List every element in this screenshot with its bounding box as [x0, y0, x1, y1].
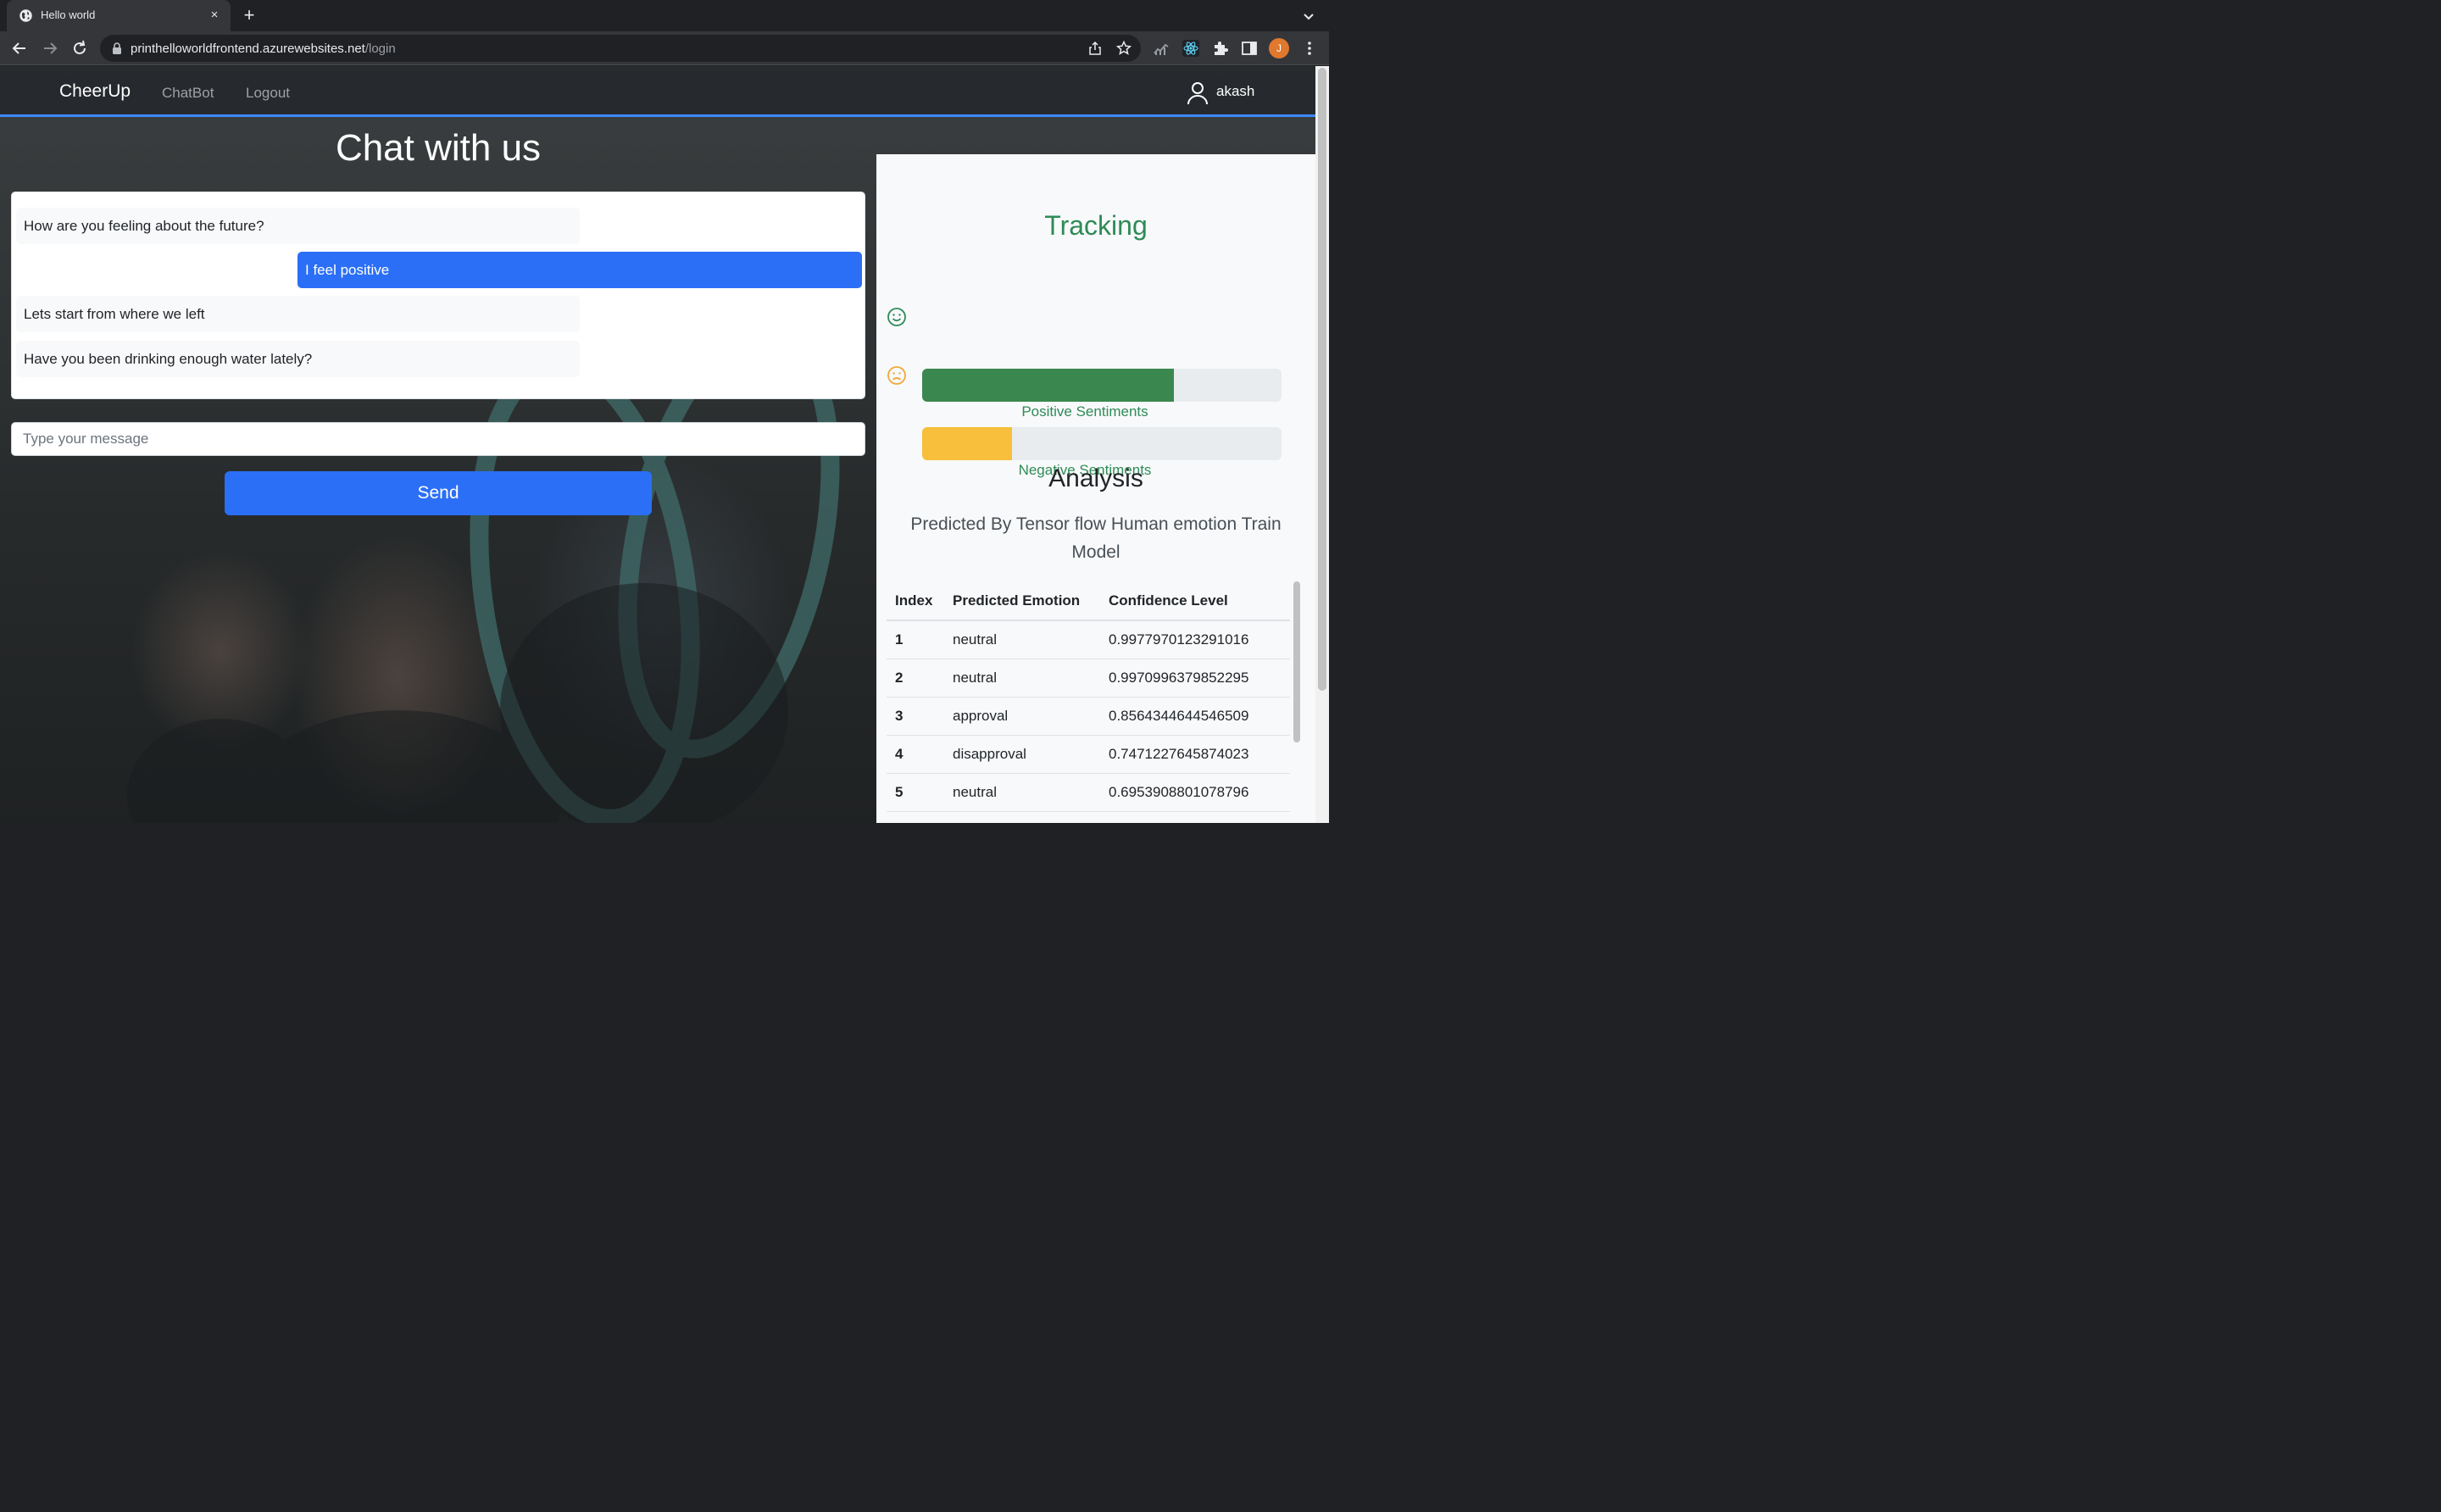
tab-close-icon[interactable]: × [207, 8, 222, 23]
smile-icon [887, 308, 906, 326]
row-confidence: 0.6411344401518148 [1100, 811, 1290, 823]
send-button[interactable]: Send [225, 471, 652, 515]
brand-logo[interactable]: CheerUp [59, 81, 131, 102]
side-panel-icon[interactable] [1241, 40, 1258, 57]
row-index: 5 [887, 773, 944, 812]
tab-title: Hello world [41, 8, 96, 21]
negative-sentiment-fill [922, 427, 1012, 460]
analysis-title: Analysis [1048, 464, 1143, 492]
table-row: 5 neutral 0.6953908801078796 [887, 773, 1290, 812]
url-text[interactable]: printhelloworldfrontend.azurewebsites.ne… [131, 42, 396, 56]
globe-icon [19, 9, 32, 22]
message-input[interactable] [11, 422, 865, 456]
kebab-menu-icon[interactable] [1301, 40, 1318, 57]
profile-avatar[interactable]: J [1269, 38, 1289, 58]
browser-tab[interactable]: Hello world × [7, 0, 231, 31]
row-confidence: 0.7471227645874023 [1100, 735, 1290, 774]
negative-sentiment-bar [922, 427, 1282, 460]
row-index: 1 [887, 620, 944, 659]
row-index: 3 [887, 697, 944, 736]
table-row: 4 disapproval 0.7471227645874023 [887, 735, 1290, 774]
tracking-panel: Tracking Positive Sentiments Negative Se… [876, 154, 1315, 823]
row-confidence: 0.6953908801078796 [1100, 773, 1290, 812]
table-scrollbar[interactable] [1292, 580, 1302, 823]
row-emotion: neutral [944, 773, 1100, 812]
column-header-emotion: Predicted Emotion [944, 582, 1100, 621]
chat-message-bot: How are you feeling about the future? [16, 208, 580, 244]
row-emotion: neutral [944, 659, 1100, 698]
frown-icon [887, 366, 906, 385]
reload-icon[interactable] [70, 39, 89, 58]
address-bar[interactable]: printhelloworldfrontend.azurewebsites.ne… [100, 35, 1141, 62]
forward-arrow-icon[interactable] [41, 39, 59, 58]
row-emotion: approval [944, 697, 1100, 736]
share-icon[interactable] [1087, 41, 1103, 56]
extensions-puzzle-icon[interactable] [1212, 40, 1229, 57]
page-scrollbar[interactable] [1315, 66, 1329, 823]
browser-tab-strip: Hello world × + [0, 0, 1329, 31]
table-row: 1 neutral 0.9977970123291016 [887, 620, 1290, 659]
page-scrollbar-thumb[interactable] [1318, 68, 1326, 691]
chat-title: Chat with us [335, 127, 542, 169]
user-icon[interactable] [1187, 81, 1209, 105]
table-row: 3 approval 0.8564344644546509 [887, 697, 1290, 736]
lock-icon[interactable] [112, 42, 122, 54]
table-scrollbar-thumb[interactable] [1293, 581, 1300, 742]
tracking-title: Tracking [1044, 210, 1148, 241]
column-header-index: Index [887, 582, 944, 621]
chat-message-user: I feel positive [297, 252, 862, 288]
table-row: 2 neutral 0.9970996379852295 [887, 659, 1290, 698]
emotion-table-container[interactable]: Index Predicted Emotion Confidence Level… [887, 582, 1290, 823]
table-row: 6neutral0.6411344401518148 [887, 811, 1290, 823]
back-arrow-icon[interactable] [10, 39, 29, 58]
react-devtools-icon[interactable] [1182, 40, 1199, 57]
tab-search-chevron-icon[interactable] [1301, 8, 1316, 24]
analytics-extension-icon[interactable] [1153, 40, 1170, 57]
row-confidence: 0.9970996379852295 [1100, 659, 1290, 698]
table-header-row: Index Predicted Emotion Confidence Level [887, 582, 1290, 621]
username-label[interactable]: akash [1216, 83, 1254, 100]
new-tab-button[interactable]: + [240, 6, 259, 25]
analysis-subtitle: Predicted By Tensor flow Human emotion T… [910, 514, 1282, 562]
chat-messages-box: How are you feeling about the future? I … [11, 192, 865, 399]
nav-link-logout[interactable]: Logout [246, 85, 290, 102]
column-header-confidence: Confidence Level [1100, 582, 1290, 621]
row-emotion: neutral [944, 811, 1100, 823]
positive-sentiment-bar [922, 369, 1282, 402]
browser-toolbar: printhelloworldfrontend.azurewebsites.ne… [0, 31, 1329, 65]
row-index: 4 [887, 735, 944, 774]
bookmark-star-icon[interactable] [1116, 41, 1132, 56]
positive-sentiment-fill [922, 369, 1174, 402]
chat-message-bot: Lets start from where we left [16, 296, 580, 332]
row-confidence: 0.8564344644546509 [1100, 697, 1290, 736]
nav-link-chatbot[interactable]: ChatBot [162, 85, 214, 102]
row-emotion: neutral [944, 620, 1100, 659]
row-emotion: disapproval [944, 735, 1100, 774]
positive-sentiment-label: Positive Sentiments [1021, 403, 1148, 420]
page-viewport: CheerUp ChatBot Logout akash Chat with u… [0, 66, 1315, 823]
chat-message-bot: Have you been drinking enough water late… [16, 341, 580, 377]
top-navbar: CheerUp ChatBot Logout akash [0, 66, 1315, 117]
emotion-table: Index Predicted Emotion Confidence Level… [887, 582, 1290, 823]
row-index: 6 [887, 811, 944, 823]
row-index: 2 [887, 659, 944, 698]
row-confidence: 0.9977970123291016 [1100, 620, 1290, 659]
